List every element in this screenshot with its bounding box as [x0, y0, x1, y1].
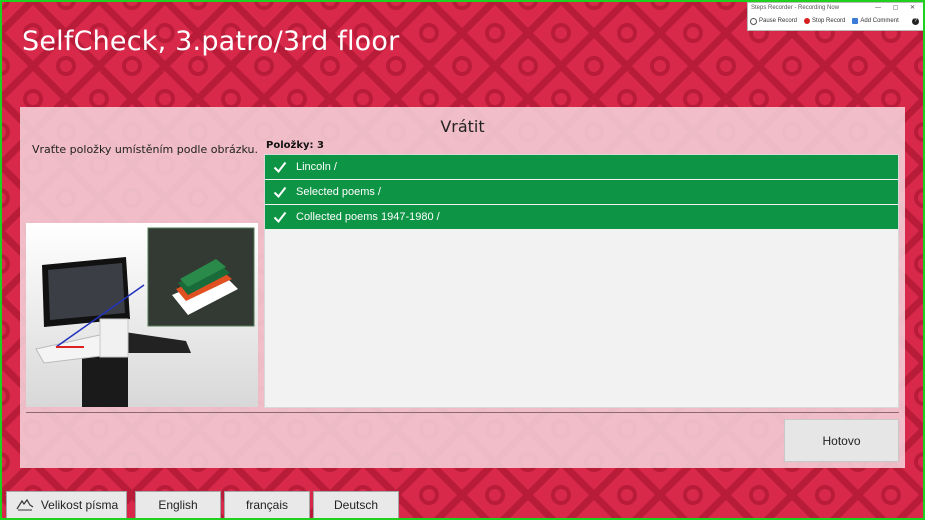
- language-button-german[interactable]: Deutsch: [313, 491, 399, 519]
- hand-text-icon: [16, 498, 34, 511]
- help-icon[interactable]: ?: [912, 17, 919, 25]
- instruction-image: [26, 223, 258, 407]
- comment-icon: [852, 18, 859, 24]
- instruction-text: Vraťte položky umístěním podle obrázku.: [32, 143, 258, 156]
- pause-icon: [750, 17, 757, 25]
- kiosk-illustration: [26, 223, 258, 407]
- checkmark-icon: [273, 211, 287, 224]
- items-list: Lincoln / Selected poems / Collected poe…: [264, 154, 899, 408]
- app-title: SelfCheck, 3.patro/3rd floor: [22, 26, 400, 57]
- font-size-label: Velikost písma: [40, 498, 119, 512]
- pause-record-button[interactable]: Pause Record: [750, 14, 797, 28]
- steps-recorder-toolbar: Pause Record Stop Record Add Comment ?: [748, 14, 923, 28]
- list-item[interactable]: Selected poems /: [265, 180, 898, 204]
- font-size-button[interactable]: Velikost písma: [6, 491, 127, 519]
- steps-recorder-title: Steps Recorder - Recording Now: [751, 5, 840, 11]
- stop-record-button[interactable]: Stop Record: [804, 14, 845, 28]
- done-button[interactable]: Hotovo: [784, 419, 899, 462]
- pause-record-label: Pause Record: [759, 18, 798, 24]
- divider: [26, 412, 899, 413]
- panel-title: Vrátit: [440, 117, 485, 136]
- items-count: Položky: 3: [266, 140, 324, 151]
- add-comment-label: Add Comment: [860, 18, 899, 24]
- item-title: Collected poems 1947-1980 /: [296, 211, 440, 223]
- item-title: Selected poems /: [296, 186, 381, 198]
- steps-recorder-titlebar: Steps Recorder - Recording Now — ▢ ✕: [748, 3, 923, 14]
- window-controls[interactable]: — ▢ ✕: [875, 3, 920, 14]
- stop-icon: [804, 18, 811, 24]
- list-item[interactable]: Lincoln /: [265, 155, 898, 179]
- language-button-french[interactable]: français: [224, 491, 310, 519]
- add-comment-button[interactable]: Add Comment: [852, 14, 899, 28]
- language-button-english[interactable]: English: [135, 491, 221, 519]
- steps-recorder-window: Steps Recorder - Recording Now — ▢ ✕ Pau…: [747, 2, 924, 31]
- stop-record-label: Stop Record: [812, 18, 846, 24]
- checkmark-icon: [273, 186, 287, 199]
- return-panel: Vrátit Vraťte položky umístěním podle ob…: [20, 107, 905, 468]
- checkmark-icon: [273, 161, 287, 174]
- item-title: Lincoln /: [296, 161, 337, 173]
- list-item[interactable]: Collected poems 1947-1980 /: [265, 205, 898, 229]
